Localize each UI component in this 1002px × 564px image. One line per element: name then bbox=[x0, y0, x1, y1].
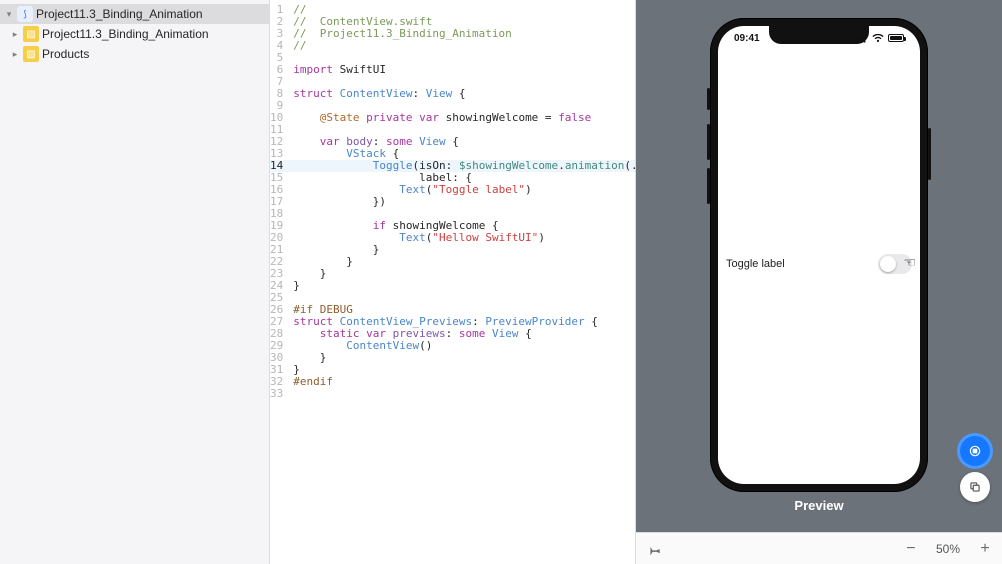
cursor-hand-icon: ☜ bbox=[903, 254, 916, 271]
battery-icon bbox=[888, 34, 904, 42]
preview-canvas[interactable]: 09:41 Toggle lab bbox=[636, 0, 1002, 532]
project-navigator[interactable]: ▾ ⟆ Project11.3_Binding_Animation ▸ ▧ Pr… bbox=[0, 0, 270, 564]
chevron-right-icon[interactable]: ▸ bbox=[10, 29, 20, 40]
folder-icon: ▧ bbox=[23, 26, 39, 42]
folder-icon: ▧ bbox=[23, 46, 39, 62]
zoom-in-button[interactable]: + bbox=[978, 542, 992, 556]
preview-label: Preview bbox=[794, 492, 843, 521]
chevron-right-icon[interactable]: ▸ bbox=[10, 49, 20, 60]
zoom-out-button[interactable]: − bbox=[904, 542, 918, 556]
code-area[interactable]: //// ContentView.swift// Project11.3_Bin… bbox=[289, 0, 636, 564]
tree-item-root[interactable]: ▾ ⟆ Project11.3_Binding_Animation bbox=[0, 4, 269, 24]
wifi-icon bbox=[872, 34, 884, 43]
zoom-controls: − 50% + bbox=[904, 542, 992, 556]
source-editor[interactable]: 1234567891011121314151617181920212223242… bbox=[270, 0, 636, 564]
pin-icon[interactable] bbox=[646, 541, 662, 557]
preview-pane: 09:41 Toggle lab bbox=[636, 0, 1002, 564]
tree-item-label: Project11.3_Binding_Animation bbox=[36, 7, 203, 21]
cellular-icon bbox=[856, 34, 868, 42]
line-number-gutter: 1234567891011121314151617181920212223242… bbox=[270, 0, 289, 564]
swift-file-icon: ⟆ bbox=[17, 6, 33, 22]
tree-item-label: Products bbox=[42, 47, 89, 61]
duplicate-preview-button[interactable] bbox=[960, 472, 990, 502]
volume-up-icon bbox=[707, 124, 710, 160]
side-button-icon bbox=[928, 128, 931, 180]
status-time: 09:41 bbox=[734, 33, 760, 44]
tree-item-label: Project11.3_Binding_Animation bbox=[42, 27, 209, 41]
toggle-row[interactable]: Toggle label bbox=[726, 254, 912, 274]
preview-bottom-bar: − 50% + bbox=[636, 532, 1002, 564]
status-bar: 09:41 bbox=[718, 29, 920, 47]
zoom-level: 50% bbox=[936, 542, 960, 556]
device-screen[interactable]: 09:41 Toggle lab bbox=[718, 26, 920, 484]
chevron-down-icon[interactable]: ▾ bbox=[4, 9, 14, 20]
tree-item-products[interactable]: ▸ ▧ Products bbox=[0, 44, 269, 64]
toggle-label: Toggle label bbox=[726, 258, 785, 270]
tree-item-folder[interactable]: ▸ ▧ Project11.3_Binding_Animation bbox=[0, 24, 269, 44]
live-preview-button[interactable] bbox=[960, 436, 990, 466]
mute-switch-icon bbox=[707, 88, 710, 110]
volume-down-icon bbox=[707, 168, 710, 204]
device-frame: 09:41 Toggle lab bbox=[710, 18, 928, 492]
